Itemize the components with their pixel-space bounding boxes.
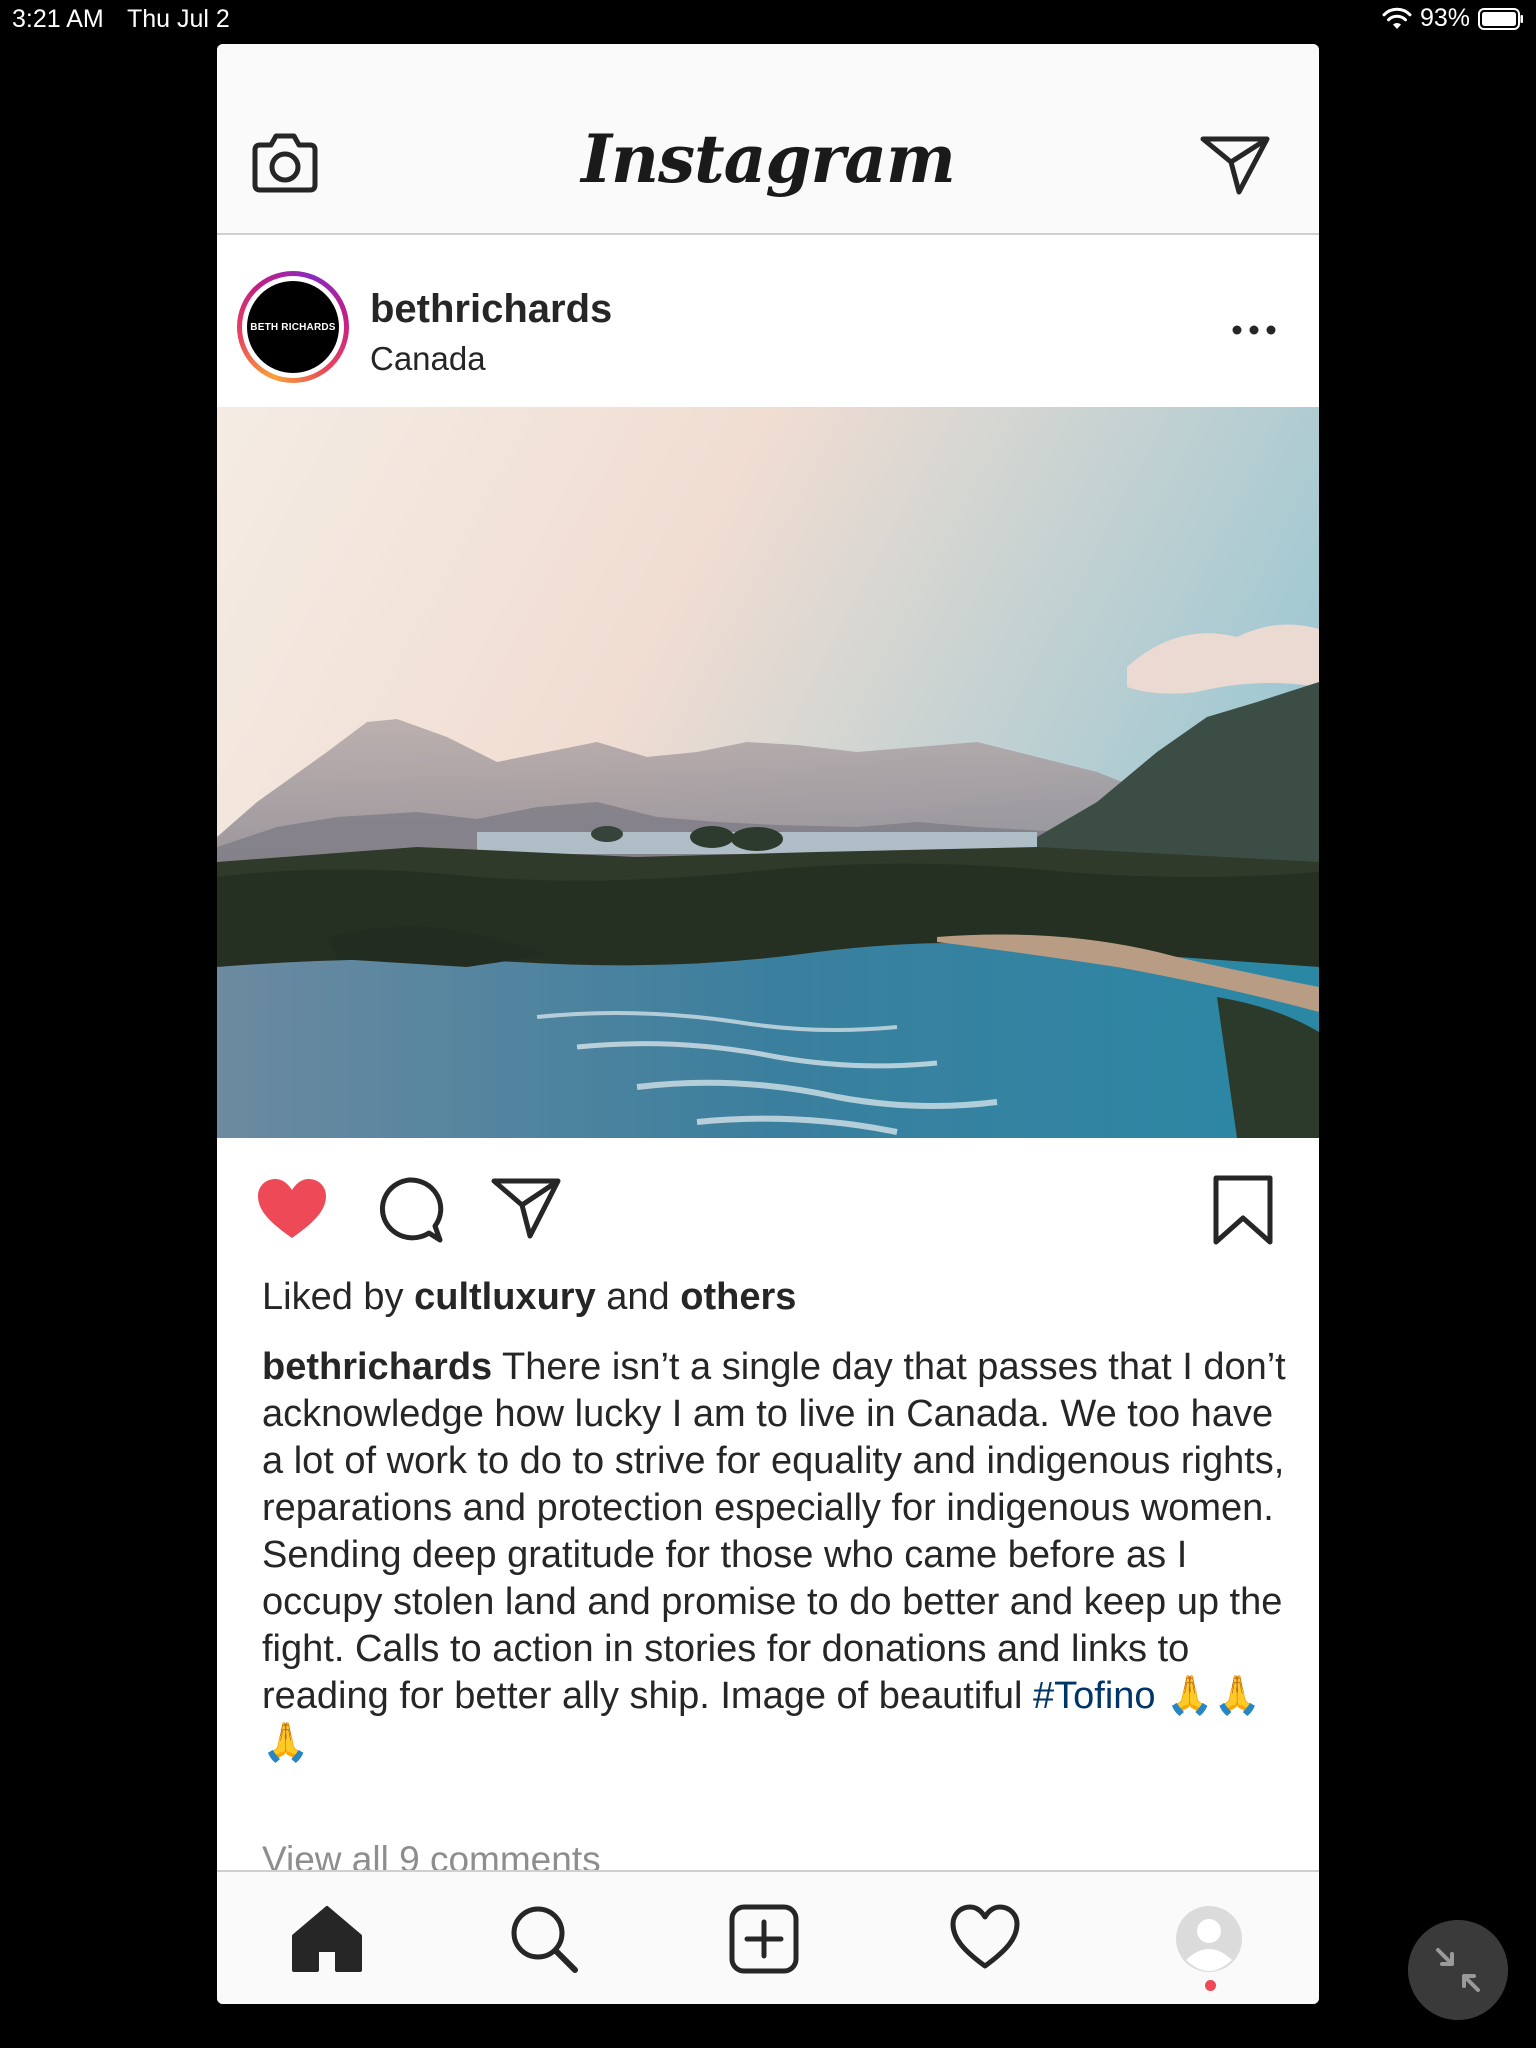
activity-heart-icon[interactable] xyxy=(948,1902,1022,1976)
search-icon[interactable] xyxy=(507,1902,581,1976)
avatar[interactable]: BETH RICHARDS xyxy=(237,271,349,383)
like-heart-icon[interactable] xyxy=(255,1176,329,1242)
post-location[interactable]: Canada xyxy=(370,340,486,378)
instagram-window: Instagram BETH RICHARDS bethrichards Can… xyxy=(217,44,1319,2004)
likes-user[interactable]: cultluxury xyxy=(414,1276,596,1318)
likes-others[interactable]: others xyxy=(680,1276,796,1318)
avatar-logo: BETH RICHARDS xyxy=(247,281,339,373)
post-caption: bethrichards There isn’t a single day th… xyxy=(262,1344,1292,1767)
notification-dot xyxy=(1205,1980,1216,1991)
battery-percent: 93% xyxy=(1419,4,1470,32)
post-username[interactable]: bethrichards xyxy=(370,287,612,332)
profile-icon[interactable] xyxy=(1172,1902,1246,1976)
status-right: 93% xyxy=(1382,4,1524,33)
comment-icon[interactable] xyxy=(374,1176,444,1246)
post-photo[interactable] xyxy=(217,407,1319,1138)
caption-username[interactable]: bethrichards xyxy=(262,1346,492,1388)
top-bar: Instagram xyxy=(217,44,1319,235)
likes-prefix: Liked by xyxy=(262,1276,404,1318)
instagram-logo: Instagram xyxy=(581,120,956,198)
direct-message-icon[interactable] xyxy=(1199,134,1271,196)
status-time: 3:21 AM xyxy=(12,5,104,33)
wifi-icon xyxy=(1382,7,1412,29)
screen: 3:21 AM Thu Jul 2 93% Instagram BETH RIC… xyxy=(0,0,1536,2048)
likes-summary: Liked by cultluxury and others xyxy=(262,1276,796,1319)
caption-text: There isn’t a single day that passes tha… xyxy=(262,1346,1286,1717)
more-options-icon[interactable] xyxy=(1229,315,1279,345)
avatar-border: BETH RICHARDS xyxy=(242,276,344,378)
collapse-window-icon[interactable] xyxy=(1408,1920,1508,2020)
bottom-nav xyxy=(217,1870,1319,2004)
likes-joiner: and xyxy=(606,1276,670,1318)
battery-icon xyxy=(1478,7,1523,30)
status-date: Thu Jul 2 xyxy=(127,5,230,33)
share-icon[interactable] xyxy=(490,1176,562,1240)
bookmark-icon[interactable] xyxy=(1211,1174,1275,1246)
status-bar: 3:21 AM Thu Jul 2 93% xyxy=(0,0,1536,40)
new-post-icon[interactable] xyxy=(727,1902,801,1976)
home-icon[interactable] xyxy=(290,1902,364,1976)
caption-hashtag[interactable]: #Tofino xyxy=(1033,1675,1156,1717)
post-actions xyxy=(217,1138,1319,1268)
